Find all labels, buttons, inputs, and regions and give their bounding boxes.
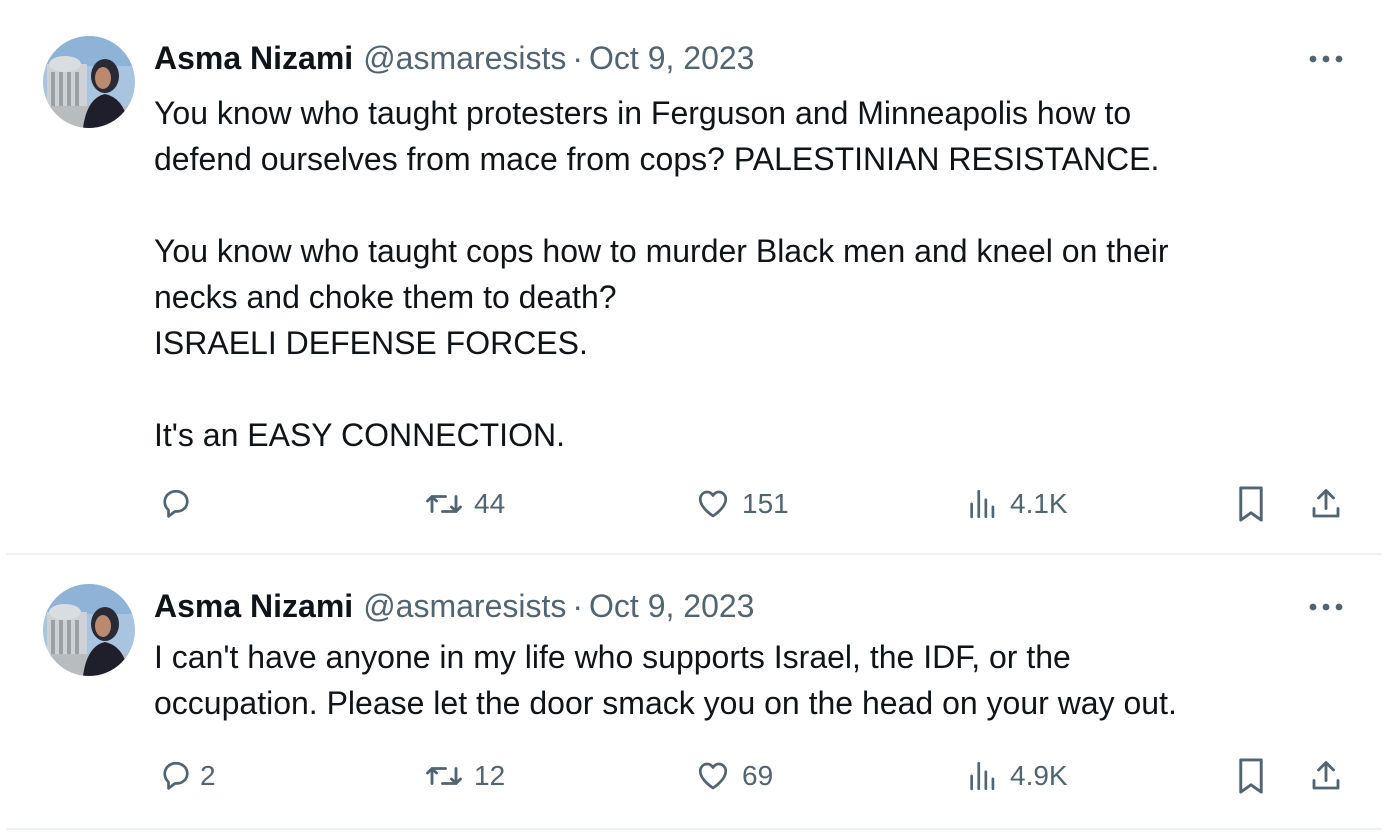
- views-button[interactable]: 4.9K: [966, 754, 1068, 798]
- tweet-line: [154, 366, 1334, 412]
- reply-icon: [163, 489, 189, 518]
- tweet-header: Asma Nizami @asmaresists · Oct 9, 2023: [154, 38, 754, 78]
- like-count: 151: [742, 488, 789, 519]
- tweet[interactable]: Asma Nizami @asmaresists · Oct 9, 2023 I…: [6, 556, 1382, 830]
- tweet-date[interactable]: Oct 9, 2023: [589, 588, 754, 625]
- share-icon: [1312, 761, 1340, 790]
- more-icon: [1309, 55, 1343, 63]
- repost-count: 12: [474, 760, 506, 791]
- views-button[interactable]: 4.1K: [966, 482, 1068, 526]
- action-bar: 2 12 69 4.9K: [154, 754, 1346, 798]
- tweet-line: necks and choke them to death?: [154, 279, 617, 315]
- avatar[interactable]: [43, 584, 135, 676]
- analytics-icon: [970, 761, 995, 791]
- bookmark-icon: [1239, 758, 1263, 794]
- tweet-line: It's an EASY CONNECTION.: [154, 417, 565, 453]
- reply-count: 2: [200, 760, 216, 791]
- tweet-line: You know who taught cops how to murder B…: [154, 233, 1169, 269]
- tweet-header: Asma Nizami @asmaresists · Oct 9, 2023: [154, 586, 754, 626]
- repost-icon: [426, 495, 462, 513]
- reply-button[interactable]: 2: [158, 754, 216, 798]
- repost-count: 44: [474, 488, 506, 519]
- bookmark-icon: [1239, 486, 1263, 522]
- profile-photo-icon: [43, 36, 135, 128]
- author-handle[interactable]: @asmaresists: [363, 588, 566, 625]
- separator: ·: [572, 587, 584, 624]
- share-button[interactable]: [1308, 482, 1344, 526]
- tweet-text: I can't have anyone in my life who suppo…: [154, 634, 1334, 726]
- analytics-icon: [970, 489, 995, 519]
- share-icon: [1312, 489, 1340, 518]
- tweet-line: [154, 182, 1334, 228]
- share-button[interactable]: [1308, 754, 1344, 798]
- author-name[interactable]: Asma Nizami: [154, 588, 353, 625]
- tweet-date[interactable]: Oct 9, 2023: [589, 40, 754, 77]
- profile-photo-icon: [43, 584, 135, 676]
- repost-icon: [426, 767, 462, 785]
- action-bar: 44 151 4.1K: [154, 482, 1346, 526]
- tweet-line: You know who taught protesters in Fergus…: [154, 95, 1132, 131]
- reply-icon: [163, 761, 189, 790]
- reply-button[interactable]: [158, 482, 204, 526]
- bookmark-button[interactable]: [1236, 482, 1266, 526]
- views-count: 4.1K: [1010, 488, 1068, 519]
- tweet-line: occupation. Please let the door smack yo…: [154, 685, 1177, 721]
- separator: ·: [572, 39, 584, 76]
- author-name[interactable]: Asma Nizami: [154, 40, 353, 77]
- avatar[interactable]: [43, 36, 135, 128]
- more-button[interactable]: [1306, 44, 1346, 74]
- views-count: 4.9K: [1010, 760, 1068, 791]
- more-icon: [1309, 603, 1343, 611]
- tweet-text: You know who taught protesters in Fergus…: [154, 90, 1334, 458]
- heart-icon: [698, 490, 728, 518]
- bookmark-button[interactable]: [1236, 754, 1266, 798]
- repost-button[interactable]: 44: [424, 482, 505, 526]
- like-button[interactable]: 69: [694, 754, 773, 798]
- tweet-line: I can't have anyone in my life who suppo…: [154, 639, 1071, 675]
- tweet-line: ISRAELI DEFENSE FORCES.: [154, 325, 588, 361]
- like-button[interactable]: 151: [694, 482, 789, 526]
- like-count: 69: [742, 760, 774, 791]
- author-handle[interactable]: @asmaresists: [363, 40, 566, 77]
- tweet-line: defend ourselves from mace from cops? PA…: [154, 141, 1160, 177]
- tweet[interactable]: Asma Nizami @asmaresists · Oct 9, 2023 Y…: [6, 4, 1382, 555]
- more-button[interactable]: [1306, 592, 1346, 622]
- heart-icon: [698, 762, 728, 790]
- repost-button[interactable]: 12: [424, 754, 505, 798]
